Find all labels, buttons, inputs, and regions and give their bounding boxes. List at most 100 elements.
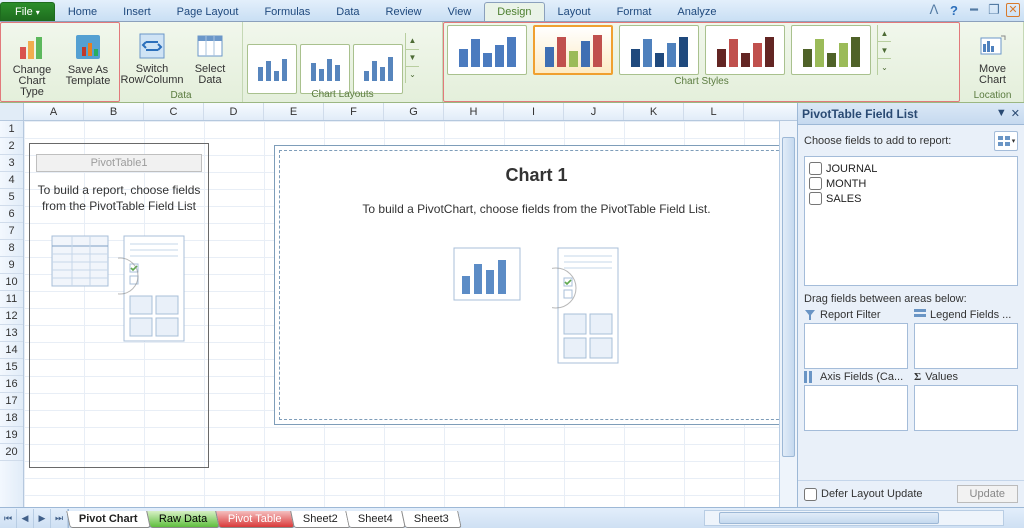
column-header[interactable]: B — [84, 103, 144, 120]
window-minimize-icon[interactable]: ━ — [966, 2, 982, 18]
field-checkbox[interactable]: SALES — [809, 191, 1013, 206]
row-header[interactable]: 20 — [0, 444, 23, 461]
column-header[interactable]: H — [444, 103, 504, 120]
row-header[interactable]: 8 — [0, 240, 23, 257]
select-data-button[interactable]: Select Data — [182, 27, 238, 89]
pane-close-icon[interactable]: ✕ — [1011, 107, 1020, 120]
chart-layout-1[interactable] — [247, 44, 297, 94]
field-checkbox[interactable]: MONTH — [809, 176, 1013, 191]
tab-design[interactable]: Design — [484, 2, 544, 21]
layouts-gallery-scroll[interactable]: ▲▼⌄ — [405, 33, 419, 83]
row-header[interactable]: 17 — [0, 393, 23, 410]
row-header[interactable]: 12 — [0, 308, 23, 325]
report-filter-drop[interactable] — [804, 323, 908, 369]
tab-review[interactable]: Review — [373, 2, 435, 21]
switch-row-column-button[interactable]: Switch Row/Column — [124, 27, 180, 89]
pivot-chart-object[interactable]: Chart 1 To build a PivotChart, choose fi… — [274, 145, 797, 425]
pane-dropdown-icon[interactable]: ▼ — [996, 107, 1007, 120]
row-header[interactable]: 13 — [0, 325, 23, 342]
row-header[interactable]: 16 — [0, 376, 23, 393]
styles-gallery-scroll[interactable]: ▲▼⌄ — [877, 25, 891, 75]
chart-layout-2[interactable] — [300, 44, 350, 94]
field-list[interactable]: JOURNAL MONTH SALES — [804, 156, 1018, 286]
sheet-nav-buttons[interactable]: ⏮◀▶⏭ — [0, 509, 69, 528]
tab-formulas[interactable]: Formulas — [251, 2, 323, 21]
tab-layout[interactable]: Layout — [545, 2, 604, 21]
row-header[interactable]: 15 — [0, 359, 23, 376]
tab-insert[interactable]: Insert — [110, 2, 164, 21]
window-restore-icon[interactable]: ❐ — [986, 2, 1002, 18]
field-checkbox[interactable]: JOURNAL — [809, 161, 1013, 176]
pivottable-hint: To build a report, choose fields from th… — [36, 182, 202, 214]
tab-analyze[interactable]: Analyze — [664, 2, 729, 21]
chart-style-2[interactable] — [533, 25, 613, 75]
report-filter-header: Report Filter — [804, 309, 908, 321]
axis-drop[interactable] — [804, 385, 908, 431]
chart-style-1[interactable] — [447, 25, 527, 75]
column-header[interactable]: F — [324, 103, 384, 120]
tab-data[interactable]: Data — [323, 2, 372, 21]
chart-style-4[interactable] — [705, 25, 785, 75]
row-header[interactable]: 11 — [0, 291, 23, 308]
save-as-template-button[interactable]: Save As Template — [61, 28, 115, 90]
row-header[interactable]: 9 — [0, 257, 23, 274]
column-header[interactable]: I — [504, 103, 564, 120]
legend-drop[interactable] — [914, 323, 1018, 369]
vertical-scrollbar[interactable] — [779, 121, 797, 507]
column-header[interactable]: L — [684, 103, 744, 120]
column-header[interactable]: K — [624, 103, 684, 120]
sheet-tab-pivot-chart[interactable]: Pivot Chart — [66, 511, 150, 528]
column-header[interactable]: E — [264, 103, 324, 120]
pane-choose-label: Choose fields to add to report: — [804, 135, 951, 147]
row-header[interactable]: 6 — [0, 206, 23, 223]
help-icon[interactable]: ? — [946, 2, 962, 18]
row-header[interactable]: 5 — [0, 189, 23, 206]
sheet-tab-raw-data[interactable]: Raw Data — [146, 511, 220, 528]
defer-update-checkbox[interactable]: Defer Layout Update — [804, 488, 923, 501]
select-all-corner[interactable] — [0, 103, 24, 120]
change-chart-type-button[interactable]: Change Chart Type — [5, 28, 59, 101]
group-data-label: Data — [124, 89, 238, 103]
column-header[interactable]: A — [24, 103, 84, 120]
switch-row-column-label: Switch Row/Column — [121, 64, 184, 86]
row-header[interactable]: 3 — [0, 155, 23, 172]
chart-style-5[interactable] — [791, 25, 871, 75]
column-header[interactable]: D — [204, 103, 264, 120]
update-button[interactable]: Update — [957, 485, 1018, 503]
group-layouts-label: Chart Layouts — [247, 88, 438, 102]
chart-style-3[interactable] — [619, 25, 699, 75]
row-header[interactable]: 1 — [0, 121, 23, 138]
column-header[interactable]: J — [564, 103, 624, 120]
chart-layout-3[interactable] — [353, 44, 403, 94]
horizontal-scrollbar[interactable] — [704, 510, 1004, 526]
row-header[interactable]: 7 — [0, 223, 23, 240]
values-drop[interactable] — [914, 385, 1018, 431]
move-chart-label: Move Chart — [968, 64, 1017, 86]
move-chart-button[interactable]: Move Chart — [966, 27, 1019, 89]
row-header[interactable]: 14 — [0, 342, 23, 359]
legend-icon — [914, 309, 926, 321]
column-header[interactable]: G — [384, 103, 444, 120]
chart-illustration-icon — [452, 246, 522, 302]
sheet-tab-pivot-table[interactable]: Pivot Table — [215, 511, 294, 528]
row-header[interactable]: 18 — [0, 410, 23, 427]
sheet-tab-sheet4[interactable]: Sheet4 — [346, 511, 406, 528]
row-header[interactable]: 4 — [0, 172, 23, 189]
tab-home[interactable]: Home — [55, 2, 110, 21]
row-header[interactable]: 19 — [0, 427, 23, 444]
group-location-label: Location — [966, 89, 1019, 103]
window-close-icon[interactable]: ✕ — [1006, 3, 1020, 17]
move-chart-icon — [977, 30, 1009, 62]
row-header[interactable]: 10 — [0, 274, 23, 291]
sheet-tab-sheet3[interactable]: Sheet3 — [402, 511, 462, 528]
sheet-tab-sheet2[interactable]: Sheet2 — [290, 511, 350, 528]
minimize-ribbon-icon[interactable]: ᐱ — [926, 2, 942, 18]
row-header[interactable]: 2 — [0, 138, 23, 155]
pane-layout-mode-button[interactable]: ▾ — [994, 131, 1018, 151]
cell-grid[interactable]: PivotTable1 To build a report, choose fi… — [24, 121, 797, 507]
tab-file[interactable]: File ▾ — [0, 2, 55, 21]
tab-format[interactable]: Format — [604, 2, 665, 21]
column-header[interactable]: C — [144, 103, 204, 120]
tab-view[interactable]: View — [435, 2, 485, 21]
tab-page-layout[interactable]: Page Layout — [164, 2, 252, 21]
